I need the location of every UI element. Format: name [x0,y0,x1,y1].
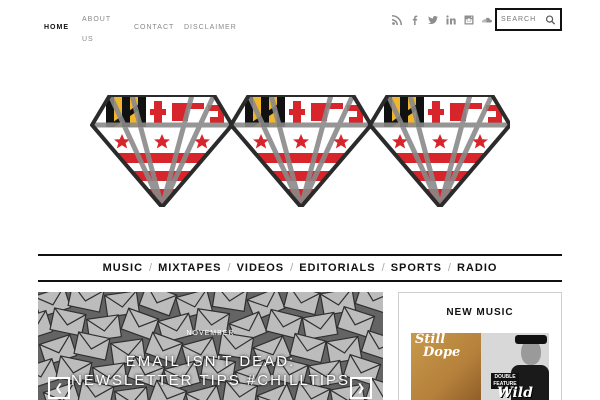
search-input[interactable] [501,16,545,23]
post-title-line-2[interactable]: NEWSLETTER TIPS #CHILLTIPS [38,371,383,390]
menu-editorials[interactable]: EDITORIALS [299,262,375,274]
sidebar-new-music: NEW MUSIC Still Dope DOUBLE FEATURE Wild [398,292,562,400]
instagram-icon[interactable] [460,12,478,28]
menu-bottom-rule [38,280,562,282]
menu-music[interactable]: MUSIC [103,262,143,274]
slider-prev-button[interactable]: ❮ [48,377,70,399]
sidebar-heading: NEW MUSIC [446,307,514,318]
facebook-icon[interactable] [406,12,424,28]
cover-figure-hat [515,335,547,344]
nav-disclaimer-link[interactable]: DISCLAIMER [184,18,237,38]
nav-about-link[interactable]: ABOUT US [82,10,116,50]
menu-radio[interactable]: RADIO [457,262,497,274]
menu-separator: / [149,262,153,274]
menu-videos[interactable]: VIDEOS [237,262,285,274]
post-date: NOVEMBER [186,330,235,337]
site-logo[interactable] [90,95,510,207]
cover-text-wild: Wild [497,385,533,400]
rss-icon[interactable] [388,12,406,28]
main-menu: MUSIC / MIXTAPES / VIDEOS / EDITORIALS /… [38,256,562,280]
featured-post-slider[interactable]: NOVEMBER EMAIL ISN'T DEAD: NEWSLETTER TI… [38,292,383,400]
menu-separator: / [447,262,451,274]
cover-text-dope: Dope [423,345,461,360]
slider-next-button[interactable]: ❯ [350,377,372,399]
menu-sports[interactable]: SPORTS [391,262,442,274]
post-title[interactable]: EMAIL ISN'T DEAD: NEWSLETTER TIPS #CHILL… [38,352,383,390]
menu-separator: / [290,262,294,274]
chevron-left-icon: ❮ [54,382,64,394]
nav-contact-link[interactable]: CONTACT [134,18,174,38]
menu-separator: / [227,262,231,274]
twitter-icon[interactable] [424,12,442,28]
album-cover-image[interactable]: Still Dope DOUBLE FEATURE Wild [411,333,549,400]
social-links [388,12,496,28]
linkedin-icon[interactable] [442,12,460,28]
search-box [495,8,562,31]
post-title-line-1[interactable]: EMAIL ISN'T DEAD: [38,352,383,371]
nav-home-link[interactable]: HOME [44,18,69,38]
chevron-right-icon: ❯ [356,382,366,394]
soundcloud-icon[interactable] [478,12,496,28]
search-icon[interactable] [545,14,556,26]
menu-separator: / [381,262,385,274]
menu-mixtapes[interactable]: MIXTAPES [158,262,221,274]
